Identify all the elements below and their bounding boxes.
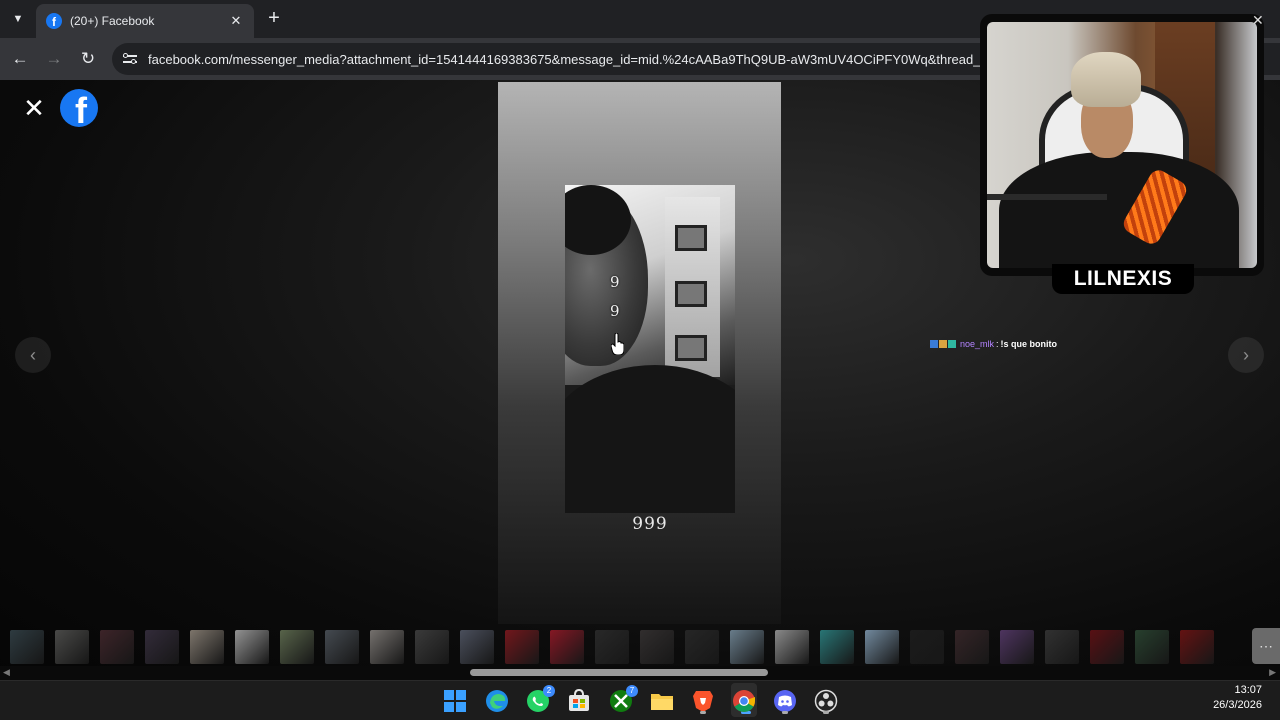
clock-time: 13:07 [1234, 684, 1262, 696]
scrollbar-thumb[interactable] [470, 669, 768, 676]
chat-text: !s que bonito [1000, 339, 1058, 349]
media-thumbnail[interactable] [55, 630, 89, 664]
edge-browser-icon[interactable] [484, 688, 510, 714]
photo-overlay-digit: 9 [610, 302, 620, 320]
url-text: facebook.com/messenger_media?attachment_… [148, 51, 999, 67]
webcam-hair [1071, 52, 1141, 107]
chat-badge-icon [930, 340, 938, 348]
media-thumbnail[interactable] [1135, 630, 1169, 664]
running-indicator [782, 711, 788, 714]
file-explorer-icon[interactable] [649, 688, 675, 714]
media-thumbnail[interactable] [595, 630, 629, 664]
close-viewer-icon[interactable]: ✕ [20, 94, 48, 122]
whatsapp-icon[interactable]: 2 [525, 685, 555, 714]
streamer-name: LILNEXIS [1052, 264, 1194, 294]
windows-taskbar: 2 7 [0, 680, 1280, 720]
running-indicator [823, 711, 829, 714]
media-thumbnail[interactable] [730, 630, 764, 664]
browser-tab[interactable]: f (20+) Facebook ✕ [36, 4, 254, 38]
media-thumbnail[interactable] [325, 630, 359, 664]
xbox-icon[interactable]: 7 [608, 685, 638, 714]
media-thumbnail[interactable] [550, 630, 584, 664]
media-thumbnail[interactable] [415, 630, 449, 664]
stream-chat-message: noe_mlk : !s que bonito [930, 339, 1057, 349]
media-thumbnail[interactable] [1180, 630, 1214, 664]
media-thumbnail[interactable] [1045, 630, 1079, 664]
chat-username: noe_mlk [960, 339, 995, 349]
media-thumbnail[interactable] [820, 630, 854, 664]
horizontal-scrollbar[interactable]: ◀ ▶ [0, 666, 1280, 680]
photo-overlay-digit: 9 [610, 273, 620, 291]
chrome-icon[interactable] [731, 688, 757, 714]
running-indicator [700, 711, 706, 714]
media-thumbnail[interactable] [775, 630, 809, 664]
media-thumbnail[interactable] [100, 630, 134, 664]
tab-close-icon[interactable]: ✕ [228, 13, 244, 29]
store-icon[interactable] [566, 688, 592, 714]
photo-wall-frame [675, 281, 707, 307]
scroll-right-icon[interactable]: ▶ [1269, 667, 1276, 678]
webcam-jacket [999, 152, 1239, 268]
media-thumbnail[interactable] [190, 630, 224, 664]
media-thumbnail[interactable] [910, 630, 944, 664]
media-thumbnail[interactable] [370, 630, 404, 664]
thumbnail-strip [0, 628, 1280, 666]
chat-badge-icon [939, 340, 947, 348]
scroll-left-icon[interactable]: ◀ [3, 667, 10, 678]
screen: ▼ f (20+) Facebook ✕ + ← → ↻ facebook.co… [0, 0, 1280, 720]
media-thumbnail[interactable] [640, 630, 674, 664]
media-thumbnail[interactable] [10, 630, 44, 664]
hand-cursor-icon [611, 333, 624, 355]
media-thumbnail[interactable] [955, 630, 989, 664]
media-thumbnail[interactable] [685, 630, 719, 664]
more-thumbnails-button[interactable]: ⋯ [1252, 628, 1280, 664]
media-thumbnail[interactable] [145, 630, 179, 664]
media-thumbnail[interactable] [1090, 630, 1124, 664]
webcam-mic-arm [987, 194, 1107, 200]
media-thumbnail[interactable] [865, 630, 899, 664]
tab-title: (20+) Facebook [70, 14, 155, 28]
forward-arrow-icon[interactable]: → [42, 47, 66, 71]
photo-shirt [565, 365, 735, 513]
next-media-button[interactable]: › [1228, 337, 1264, 373]
window-close-icon[interactable]: ✕ [1252, 12, 1264, 29]
back-arrow-icon[interactable]: ← [8, 47, 32, 71]
tab-search-chevron-icon[interactable]: ▼ [6, 7, 30, 31]
start-icon[interactable] [442, 688, 468, 714]
photo-wall-frame [675, 335, 707, 361]
media-thumbnail[interactable] [460, 630, 494, 664]
new-tab-button[interactable]: + [262, 7, 286, 31]
media-thumbnail[interactable] [1000, 630, 1034, 664]
facebook-logo-letter: f [75, 90, 87, 128]
xbox-badge: 7 [626, 685, 638, 697]
chat-separator: : [996, 339, 999, 349]
reload-icon[interactable]: ↻ [76, 47, 100, 71]
clock-date: 26/3/2026 [1213, 699, 1262, 711]
media-thumbnail[interactable] [280, 630, 314, 664]
webcam-feed [987, 22, 1257, 268]
shared-photo[interactable]: 9 9 [565, 185, 735, 513]
facebook-favicon-icon: f [46, 13, 62, 29]
photo-wall-frame [675, 225, 707, 251]
whatsapp-badge: 2 [543, 685, 555, 697]
media-thumbnail[interactable] [235, 630, 269, 664]
chat-badge-icon [948, 340, 956, 348]
site-settings-icon[interactable] [122, 51, 138, 67]
facebook-logo-icon[interactable]: f [60, 89, 98, 127]
system-clock[interactable]: 13:07 26/3/2026 [1213, 683, 1262, 713]
photo-caption: 999 [632, 514, 668, 534]
previous-media-button[interactable]: ‹ [15, 337, 51, 373]
media-thumbnail[interactable] [505, 630, 539, 664]
